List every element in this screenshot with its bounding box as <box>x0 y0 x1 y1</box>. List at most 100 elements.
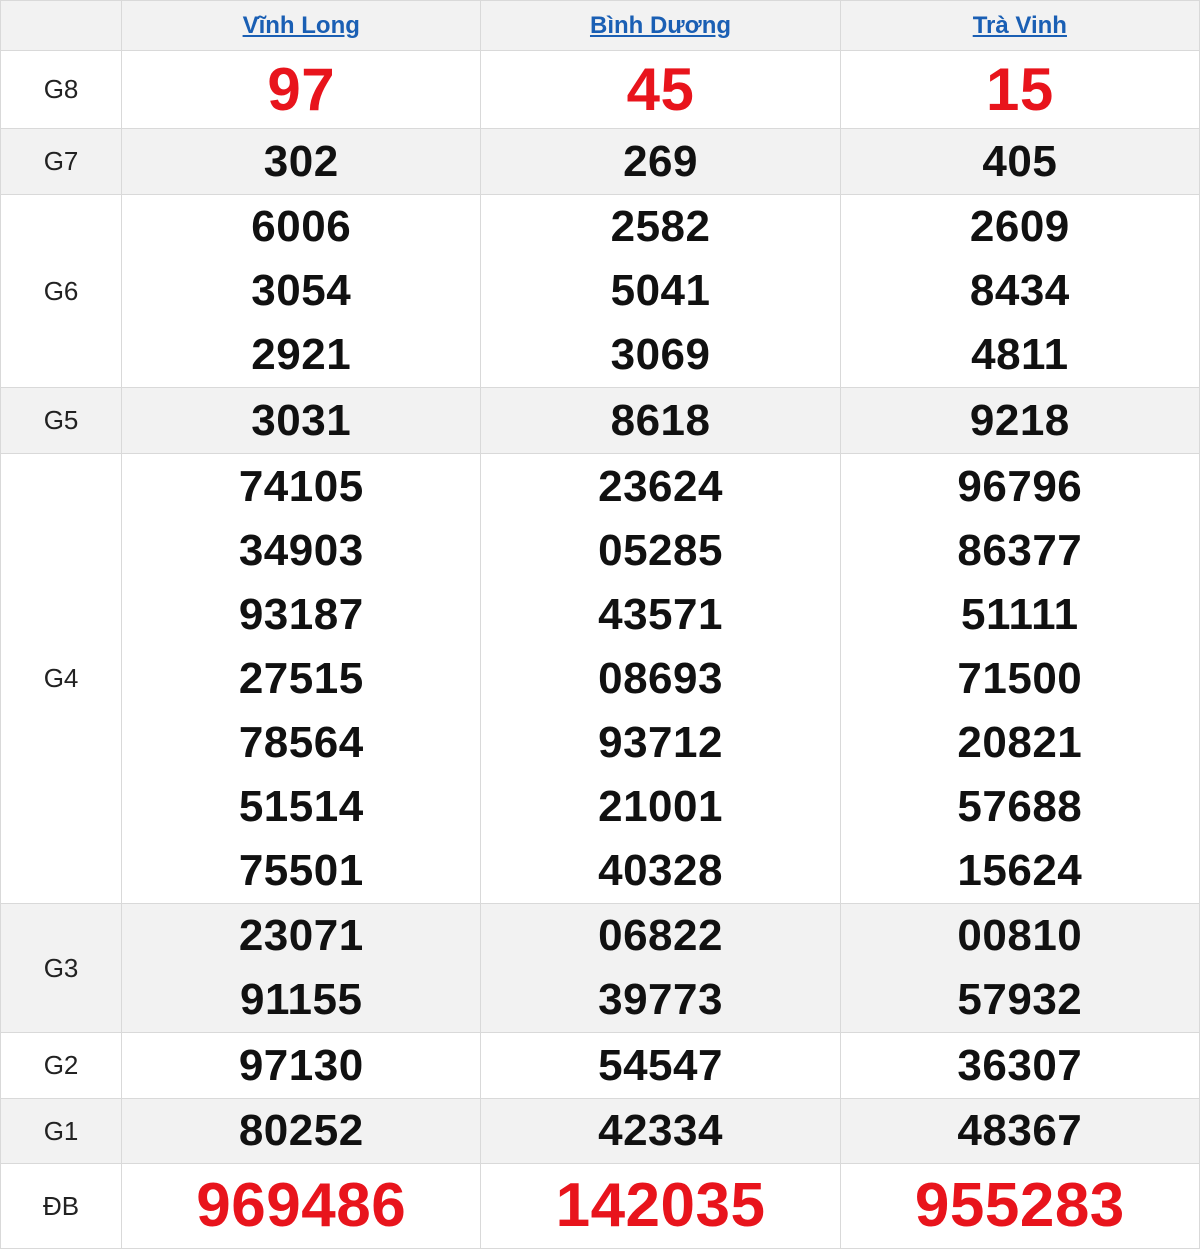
prize-cell: 8618 <box>480 387 841 454</box>
prize-cell: 42334 <box>480 1098 841 1164</box>
prize-number: 43571 <box>598 589 723 639</box>
prize-cell: 405 <box>839 128 1200 195</box>
prize-cell: 6006 3054 2921 <box>121 194 482 388</box>
prize-cell: 269 <box>480 128 841 195</box>
prize-label: ĐB <box>0 1163 123 1249</box>
results-body: G8 97 45 15 G7 302 269 405 G6 6006 3054 2921 2582 504… <box>0 50 1200 1249</box>
prize-number: 6006 <box>251 202 352 251</box>
province-link-vinh-long[interactable]: Vĩnh Long <box>243 12 360 39</box>
prize-number: 74105 <box>238 461 364 511</box>
prize-number: 51111 <box>961 589 1079 639</box>
prize-cell: 74105 34903 93187 27515 78564 51514 75501 <box>121 453 482 904</box>
prize-number: 20821 <box>957 717 1083 767</box>
prize-cell: 48367 <box>839 1098 1200 1164</box>
prize-label: G5 <box>0 387 123 454</box>
prize-number: 97 <box>267 55 336 123</box>
prize-cell: 302 <box>121 128 482 195</box>
lottery-results-table: Vĩnh Long Bình Dương Trà Vinh G8 97 45 15 G7… <box>0 0 1200 1249</box>
prize-number: 4811 <box>971 330 1069 379</box>
prize-number: 71500 <box>957 653 1083 703</box>
prize-cell: 80252 <box>121 1098 482 1164</box>
prize-number: 3031 <box>251 395 352 445</box>
prize-cell: 96796 86377 51111 71500 20821 57688 15624 <box>839 453 1200 904</box>
prize-number: 2582 <box>610 202 711 251</box>
prize-number: 2921 <box>251 330 352 379</box>
special-prize-number: 142035 <box>555 1171 766 1240</box>
special-prize-number: 969486 <box>196 1171 407 1240</box>
prize-label: G3 <box>0 903 123 1033</box>
prize-number: 45 <box>626 55 695 123</box>
prize-cell: 142035 <box>480 1163 841 1249</box>
prize-label: G1 <box>0 1098 123 1164</box>
prize-number: 93187 <box>238 589 364 639</box>
prize-cell: 969486 <box>121 1163 482 1249</box>
prize-cell: 36307 <box>839 1032 1200 1099</box>
prize-cell: 97 <box>121 50 482 129</box>
prize-cell: 00810 57932 <box>839 903 1200 1033</box>
prize-label: G8 <box>0 50 123 129</box>
prize-number: 5041 <box>610 266 711 315</box>
prize-cell: 06822 39773 <box>480 903 841 1033</box>
prize-number: 80252 <box>238 1106 364 1155</box>
prize-cell: 955283 <box>839 1163 1200 1249</box>
prize-row: G6 6006 3054 2921 2582 5041 3069 2609 8434 4811 <box>0 194 1200 388</box>
prize-number: 9218 <box>969 395 1070 445</box>
prize-label: G7 <box>0 128 123 195</box>
prize-cell: 15 <box>839 50 1200 129</box>
prize-number: 42334 <box>598 1106 723 1155</box>
prize-row: G5 3031 8618 9218 <box>0 387 1200 454</box>
province-link-binh-duong[interactable]: Bình Dương <box>590 12 731 39</box>
prize-number: 78564 <box>238 717 364 767</box>
prize-number: 54547 <box>598 1040 723 1090</box>
prize-number: 91155 <box>240 975 363 1024</box>
prize-row: G8 97 45 15 <box>0 50 1200 129</box>
prize-row: G1 80252 42334 48367 <box>0 1098 1200 1164</box>
province-link-tra-vinh[interactable]: Trà Vinh <box>973 12 1067 39</box>
prize-number: 96796 <box>957 461 1083 511</box>
prize-row: G7 302 269 405 <box>0 128 1200 195</box>
prize-cell: 2582 5041 3069 <box>480 194 841 388</box>
prize-number: 23624 <box>598 461 723 511</box>
prize-number: 8618 <box>610 395 711 445</box>
prize-number: 3054 <box>251 266 352 315</box>
prize-number: 75501 <box>238 845 364 895</box>
prize-number: 00810 <box>957 911 1083 960</box>
prize-cell: 45 <box>480 50 841 129</box>
prize-row: G4 74105 34903 93187 27515 78564 51514 75501 236… <box>0 453 1200 904</box>
prize-number: 05285 <box>598 525 723 575</box>
prize-row: G3 23071 91155 06822 39773 00810 57932 <box>0 903 1200 1033</box>
prize-number: 40328 <box>598 845 723 895</box>
prize-number: 06822 <box>598 911 723 960</box>
prize-number: 15 <box>985 55 1054 123</box>
prize-number: 39773 <box>598 975 723 1024</box>
prize-row: G2 97130 54547 36307 <box>0 1032 1200 1099</box>
prize-number: 57688 <box>957 781 1083 831</box>
prize-number: 93712 <box>598 717 723 767</box>
prize-number: 8434 <box>969 266 1070 315</box>
prize-number: 269 <box>623 136 698 186</box>
prize-number: 27515 <box>238 653 364 703</box>
prize-number: 97130 <box>238 1040 364 1090</box>
prize-number: 57932 <box>957 975 1083 1024</box>
prize-number: 48367 <box>957 1106 1083 1155</box>
prize-number: 51514 <box>238 781 364 831</box>
prize-number: 21001 <box>598 781 723 831</box>
prize-cell: 23071 91155 <box>121 903 482 1033</box>
special-prize-number: 955283 <box>914 1171 1125 1240</box>
prize-number: 15624 <box>957 845 1083 895</box>
prize-number: 23071 <box>238 911 364 960</box>
prize-number: 405 <box>982 136 1058 186</box>
prize-cell: 3031 <box>121 387 482 454</box>
prize-cell: 9218 <box>839 387 1200 454</box>
header-row: Vĩnh Long Bình Dương Trà Vinh <box>0 0 1200 51</box>
prize-cell: 97130 <box>121 1032 482 1099</box>
prize-number: 86377 <box>957 525 1083 575</box>
prize-cell: 2609 8434 4811 <box>839 194 1200 388</box>
prize-number: 36307 <box>957 1040 1083 1090</box>
prize-number: 08693 <box>598 653 723 703</box>
prize-number: 34903 <box>238 525 364 575</box>
prize-label: G2 <box>0 1032 123 1099</box>
prize-label: G4 <box>0 453 123 904</box>
province-header: Bình Dương <box>480 0 841 51</box>
province-header: Vĩnh Long <box>121 0 482 51</box>
